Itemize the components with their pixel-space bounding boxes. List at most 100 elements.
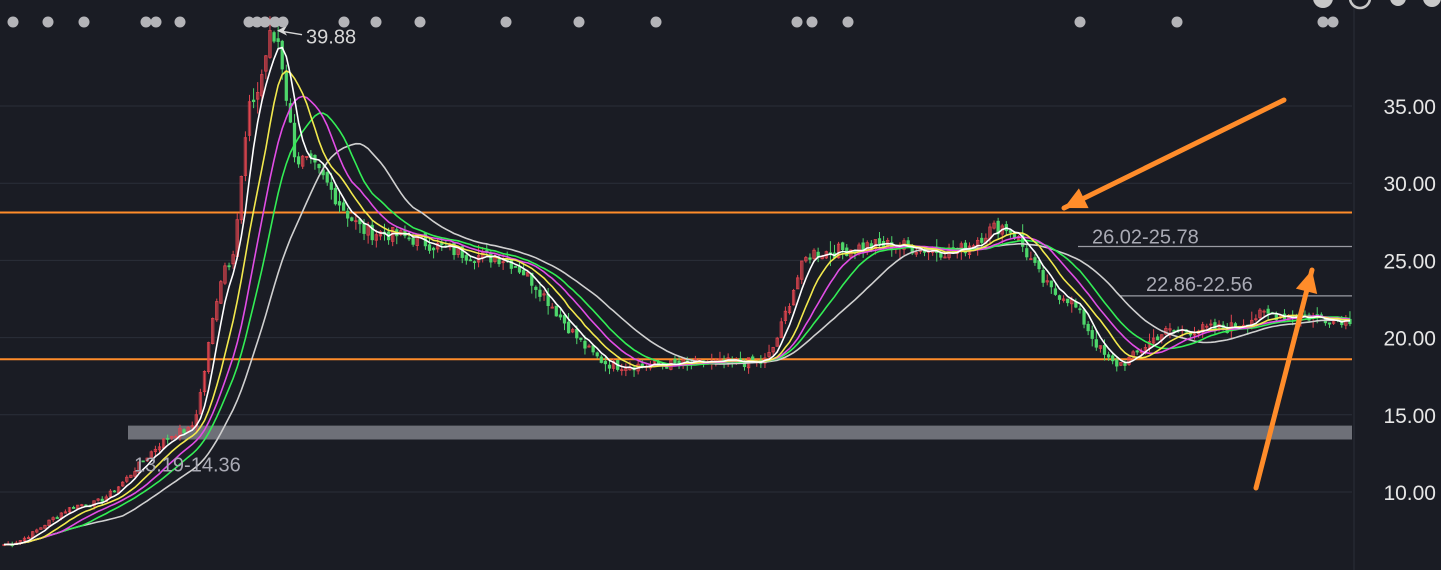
candle-body bbox=[583, 340, 587, 349]
candle-body bbox=[464, 255, 468, 261]
candle-body bbox=[1111, 355, 1115, 362]
candle-body bbox=[595, 352, 599, 357]
event-marker-dot bbox=[791, 16, 803, 28]
candle-body bbox=[1025, 248, 1029, 258]
event-marker-dot bbox=[500, 16, 512, 28]
legend-ma-3: MA20: 21.20 bbox=[532, 0, 648, 4]
candle-body bbox=[1327, 322, 1332, 325]
candle-body bbox=[296, 156, 301, 165]
candle-body bbox=[284, 70, 288, 101]
marker-dots-layer bbox=[7, 16, 1339, 28]
candle-body bbox=[1041, 270, 1045, 283]
candle-body bbox=[1053, 288, 1058, 295]
arrow-to-current-price-shaft bbox=[1253, 267, 1315, 491]
candle-body bbox=[182, 429, 186, 433]
candle-body bbox=[427, 244, 432, 251]
y-tick-label: 10.00 bbox=[1383, 482, 1436, 505]
candle-body bbox=[1057, 295, 1062, 300]
gear-icon[interactable] bbox=[1390, 0, 1406, 6]
support-zone-label: 13.19-14.36 bbox=[134, 455, 241, 477]
candle-body bbox=[558, 314, 563, 318]
y-tick-label: 15.00 bbox=[1383, 405, 1436, 428]
candle-body bbox=[1106, 354, 1111, 358]
candlestick-chart: 10.00 15.00 20.00 25.00 30.00 35.00 39.88 13.1… bbox=[0, 0, 1441, 570]
candle-body bbox=[877, 238, 882, 245]
event-marker-dot bbox=[1327, 16, 1339, 28]
candle-body bbox=[534, 286, 538, 290]
legend-ma-1: MA10: 20.72 bbox=[212, 0, 328, 4]
candle-body bbox=[939, 252, 943, 258]
event-marker-dot bbox=[150, 16, 162, 28]
y-tick-label: 35.00 bbox=[1383, 96, 1436, 119]
candle-body bbox=[599, 356, 603, 363]
candle-body bbox=[227, 265, 231, 268]
legend-ma-0: MA5: 20.45 bbox=[52, 0, 157, 4]
candle-body bbox=[513, 266, 518, 268]
candle-body bbox=[1082, 309, 1086, 325]
candle-body bbox=[980, 237, 984, 243]
event-marker-dot bbox=[1317, 16, 1329, 28]
event-marker-dot bbox=[650, 16, 662, 28]
candle-body bbox=[575, 328, 579, 339]
legend-ma-2: MA15: 20.92 bbox=[372, 0, 488, 4]
candle-body bbox=[517, 266, 522, 273]
event-marker-dot bbox=[806, 16, 818, 28]
candle-body bbox=[1102, 345, 1107, 355]
candle-body bbox=[1266, 308, 1270, 314]
arrow-to-current-price-head bbox=[1295, 270, 1318, 295]
candle-body bbox=[337, 201, 342, 206]
candle-body bbox=[71, 506, 76, 509]
candle-body bbox=[1094, 339, 1098, 348]
candle-body bbox=[329, 182, 333, 190]
candle-body bbox=[1078, 308, 1082, 311]
candle-body bbox=[1123, 363, 1127, 366]
legend-ma-4: MA30: 20.94 bbox=[692, 0, 808, 4]
candle-body bbox=[1213, 322, 1217, 330]
candle-body bbox=[407, 237, 411, 240]
candle-body bbox=[1090, 330, 1094, 339]
candle-body bbox=[362, 223, 366, 234]
candle-body bbox=[325, 172, 329, 183]
price-axis-layer: 10.00 15.00 20.00 25.00 30.00 35.00 bbox=[1383, 96, 1436, 505]
candle-body bbox=[411, 237, 415, 245]
event-marker-dot bbox=[370, 16, 382, 28]
candle-body bbox=[166, 437, 170, 440]
candle-body bbox=[808, 257, 812, 260]
event-marker-dot bbox=[573, 16, 585, 28]
event-marker-dot bbox=[7, 16, 19, 28]
event-marker-dot bbox=[842, 16, 854, 28]
candle-body bbox=[317, 164, 321, 169]
candle-body bbox=[468, 259, 473, 262]
candle-body bbox=[607, 364, 612, 369]
candle-body bbox=[521, 269, 526, 276]
candle-body bbox=[333, 188, 338, 205]
event-marker-dot bbox=[277, 16, 289, 28]
candle-body bbox=[112, 490, 117, 493]
info-icon[interactable] bbox=[1313, 0, 1333, 8]
candle-body bbox=[562, 315, 567, 324]
event-marker-dot bbox=[1171, 16, 1183, 28]
event-marker-dot bbox=[174, 16, 186, 28]
candle-body bbox=[640, 363, 644, 367]
candle-body bbox=[554, 305, 558, 317]
event-marker-dot bbox=[140, 16, 152, 28]
close-icon[interactable] bbox=[1423, 0, 1441, 7]
event-marker-dot bbox=[414, 16, 426, 28]
candle-body bbox=[1156, 336, 1160, 341]
candle-body bbox=[280, 40, 284, 70]
candle-body bbox=[472, 261, 477, 263]
ma15-line bbox=[3, 95, 1351, 546]
settings-icon[interactable] bbox=[1348, 0, 1372, 10]
event-marker-dot bbox=[338, 16, 350, 28]
candle-body bbox=[591, 345, 595, 353]
candle-body bbox=[251, 99, 256, 103]
candle-body bbox=[346, 210, 350, 219]
event-marker-dot bbox=[1074, 16, 1086, 28]
event-marker-dot bbox=[259, 16, 271, 28]
candle-body bbox=[276, 38, 280, 42]
resistance-range-label-upper: 26.02-25.78 bbox=[1092, 227, 1199, 249]
candle-body bbox=[341, 202, 346, 211]
support-zone-layer bbox=[128, 425, 1352, 440]
candle-body bbox=[497, 259, 501, 265]
candle-body bbox=[841, 242, 845, 251]
